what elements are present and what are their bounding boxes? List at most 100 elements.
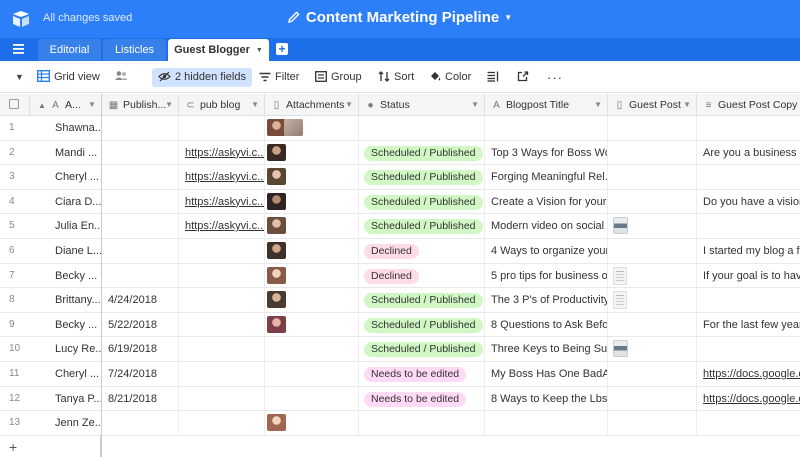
cell-guest-post[interactable] [608,411,697,436]
cell-author[interactable]: Lucy Re... [30,337,101,361]
cell-blogpost-title[interactable]: 5 pro tips for business o... [485,263,608,288]
cell-publish-date[interactable] [102,165,179,190]
column-menu-icon[interactable]: ▼ [251,94,259,115]
cell-author[interactable]: Brittany... [30,288,101,312]
cell-publish-date[interactable]: 8/21/2018 [102,386,179,411]
tab-guest-blogger[interactable]: Guest Blogger ▼ [168,39,269,61]
cell-status[interactable]: Declined [359,239,485,263]
cell-guest-post-copy[interactable] [697,337,800,361]
cell-attachments[interactable] [265,411,359,436]
cell-author[interactable]: Cheryl ... [30,362,101,386]
cell-guest-post[interactable] [608,214,697,239]
cell-blogpost-title[interactable]: The 3 P's of Productivity [485,288,608,313]
base-title[interactable]: Content Marketing Pipeline ▼ [0,9,800,26]
cell-status[interactable]: Scheduled / Published [359,337,485,362]
cell-blogpost-title[interactable]: Create a Vision for your ... [485,189,608,214]
cell-author[interactable]: Tanya P... [30,387,101,411]
cell-publish-date[interactable] [102,239,179,263]
column-header-author[interactable]: ▲ A A... ▼ [30,94,101,116]
cell-blogpost-title[interactable]: Three Keys to Being Suc... [485,337,608,362]
collaborators-icon[interactable] [114,69,132,86]
cell-pub-blog[interactable] [179,411,265,436]
column-menu-icon[interactable]: ▼ [683,94,691,115]
cell-status[interactable]: Scheduled / Published [359,140,485,165]
column-menu-icon[interactable]: ▼ [165,94,173,115]
cell-attachments[interactable] [265,189,359,214]
table-row[interactable]: 4 Ciara D... https://askyvi.c... Scheduled … [0,189,800,215]
cell-status[interactable]: Scheduled / Published [359,165,485,190]
cell-guest-post[interactable] [608,362,697,386]
cell-author[interactable]: Becky ... [30,313,101,337]
cell-author[interactable]: Cheryl ... [30,165,101,189]
cell-attachments[interactable] [265,386,359,411]
cell-author[interactable]: Julia En... [30,214,101,238]
cell-publish-date[interactable] [102,411,179,436]
add-table-button[interactable]: + [276,43,288,55]
cell-blogpost-title[interactable]: My Boss Has One BadA... [485,362,608,386]
cell-publish-date[interactable]: 4/24/2018 [102,288,179,313]
column-header-blogpost-title[interactable]: A Blogpost Title ▼ [485,94,608,116]
cell-attachments[interactable] [265,116,359,140]
column-header-attachments[interactable]: ▯ Attachments ▼ [265,94,359,116]
cell-blogpost-title[interactable]: 4 Ways to organize your... [485,239,608,263]
cell-blogpost-title[interactable]: Forging Meaningful Rel... [485,165,608,190]
cell-publish-date[interactable]: 6/19/2018 [102,337,179,362]
cell-blogpost-title[interactable] [485,411,608,436]
cell-pub-blog[interactable]: https://askyvi.c... [179,214,265,239]
cell-pub-blog[interactable] [179,362,265,386]
column-menu-icon[interactable]: ▼ [594,94,602,115]
cell-attachments[interactable] [265,165,359,190]
cell-publish-date[interactable] [102,116,179,140]
attachment-thumbnail[interactable] [267,291,286,309]
cell-guest-post-copy[interactable] [697,288,800,312]
column-header-guest-post[interactable]: ▯ Guest Post ▼ [608,94,697,116]
cell-blogpost-title[interactable] [485,116,608,140]
cell-guest-post-copy[interactable]: If your goal is to have y [697,264,800,288]
attachment-thumbnail[interactable] [267,192,286,210]
cell-status[interactable]: Needs to be edited [359,362,485,386]
cell-blogpost-title[interactable]: 8 Questions to Ask Befo... [485,312,608,337]
cell-attachments[interactable] [265,362,359,386]
attachment-thumbnail[interactable] [267,414,286,432]
cell-guest-post[interactable] [608,337,697,362]
cell-author[interactable]: Becky ... [30,264,101,288]
table-row[interactable]: 7 Becky ... Declined 5 pro tips for busines… [0,263,800,289]
cell-publish-date[interactable] [102,189,179,214]
table-row[interactable]: 6 Diane L... Declined 4 Ways to organize yo… [0,239,800,264]
cell-publish-date[interactable]: 7/24/2018 [102,362,179,386]
share-view-button[interactable] [517,69,533,86]
cell-pub-blog[interactable] [179,263,265,288]
cell-guest-post[interactable] [608,239,697,263]
cell-guest-post-copy[interactable]: https://docs.google.co [697,387,800,411]
cell-status[interactable]: Scheduled / Published [359,189,485,214]
table-row[interactable]: 11 Cheryl ... 7/24/2018 Needs to be edited M… [0,362,800,387]
cell-blogpost-title[interactable]: Top 3 Ways for Boss Wo... [485,140,608,165]
cell-author[interactable]: Ciara D... [30,190,101,214]
cell-status[interactable] [359,116,485,140]
attachment-thumbnail[interactable] [267,217,286,235]
cell-guest-post-copy[interactable] [697,116,800,140]
image-thumbnail[interactable] [613,340,628,358]
cell-guest-post-copy[interactable] [697,165,800,189]
cell-status[interactable]: Declined [359,263,485,288]
cell-guest-post[interactable] [608,312,697,337]
color-button[interactable]: Color [429,69,471,86]
cell-attachments[interactable] [265,140,359,165]
attachment-thumbnail[interactable] [267,315,286,333]
cell-pub-blog[interactable] [179,312,265,337]
sort-button[interactable]: Sort [378,69,414,86]
cell-blogpost-title[interactable]: 8 Ways to Keep the Lbs ... [485,386,608,411]
row-height-button[interactable] [487,69,503,86]
attachment-thumbnail[interactable] [267,266,286,284]
cell-guest-post[interactable] [608,140,697,165]
cell-attachments[interactable] [265,288,359,313]
table-row[interactable]: 10 Lucy Re... 6/19/2018 Scheduled / Publish… [0,337,800,362]
cell-pub-blog[interactable] [179,288,265,313]
cell-status[interactable]: Scheduled / Published [359,312,485,337]
cell-attachments[interactable] [265,337,359,362]
column-header-pub-blog[interactable]: ⊂ pub blog ▼ [179,94,265,116]
column-menu-icon[interactable]: ▼ [471,94,479,115]
column-header-guest-post-copy[interactable]: ≡ Guest Post Copy [697,94,800,116]
select-all-checkbox[interactable] [0,94,30,116]
table-row[interactable]: 1 Shawna... [0,116,800,141]
